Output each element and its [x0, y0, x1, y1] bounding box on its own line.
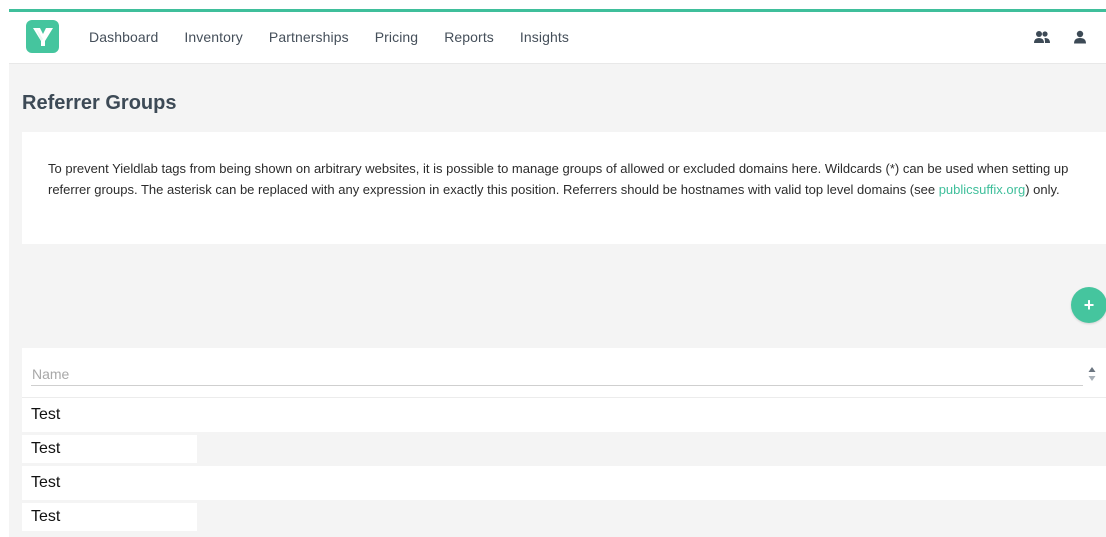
main-content: Referrer Groups To prevent Yieldlab tags…	[9, 64, 1106, 537]
nav-item-reports[interactable]: Reports	[444, 29, 494, 45]
publicsuffix-link[interactable]: publicsuffix.org	[939, 182, 1025, 197]
page-title: Referrer Groups	[22, 92, 177, 114]
main-nav: Dashboard Inventory Partnerships Pricing…	[89, 12, 595, 62]
table-row[interactable]: Test	[22, 432, 1106, 466]
top-navigation-bar: Dashboard Inventory Partnerships Pricing…	[9, 12, 1106, 64]
table-row[interactable]: Test	[22, 500, 1106, 534]
table-row[interactable]: Test	[22, 398, 1106, 432]
info-text: To prevent Yieldlab tags from being show…	[48, 158, 1080, 200]
row-name: Test	[31, 440, 61, 457]
info-text-after-link: ) only.	[1025, 182, 1060, 197]
info-panel: To prevent Yieldlab tags from being show…	[22, 132, 1106, 244]
yieldlab-logo-icon[interactable]	[26, 20, 59, 53]
nav-item-insights[interactable]: Insights	[520, 29, 569, 45]
table-row[interactable]: Test	[22, 466, 1106, 500]
nav-item-inventory[interactable]: Inventory	[184, 29, 243, 45]
row-name: Test	[31, 474, 61, 491]
name-filter-input[interactable]	[31, 362, 1083, 386]
referrer-groups-table: Test Test Test Test	[22, 348, 1106, 534]
add-referrer-group-button[interactable]: +	[1071, 287, 1106, 323]
top-right-icons	[1014, 27, 1090, 47]
table-header	[22, 348, 1106, 398]
user-icon[interactable]	[1070, 27, 1090, 47]
users-icon[interactable]	[1032, 27, 1052, 47]
sort-arrows-icon[interactable]	[1087, 364, 1097, 384]
row-name: Test	[31, 508, 61, 525]
nav-item-partnerships[interactable]: Partnerships	[269, 29, 349, 45]
nav-item-dashboard[interactable]: Dashboard	[89, 29, 158, 45]
plus-icon: +	[1083, 294, 1095, 315]
row-name: Test	[31, 406, 61, 423]
nav-item-pricing[interactable]: Pricing	[375, 29, 419, 45]
info-text-before-link: To prevent Yieldlab tags from being show…	[48, 161, 1069, 197]
